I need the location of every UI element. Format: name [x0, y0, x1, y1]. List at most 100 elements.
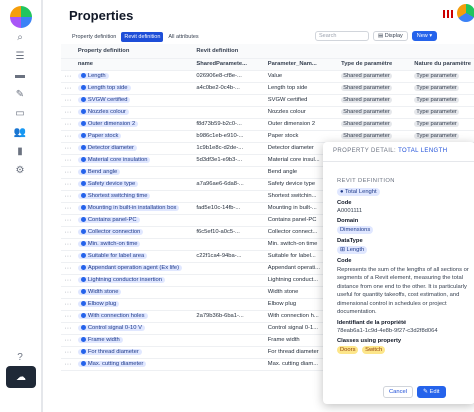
users-icon[interactable]: 👥: [13, 125, 27, 139]
property-name: Collector connection: [87, 229, 141, 236]
property-name-cell: SVGW certified: [74, 94, 194, 107]
row-menu-icon[interactable]: ···: [61, 130, 75, 143]
list-icon[interactable]: ☰: [13, 49, 27, 63]
cloud-upload-icon[interactable]: ☁: [6, 366, 36, 388]
table-row[interactable]: ··· Nozzles colour Nozzles colour Shared pa…: [61, 106, 474, 119]
property-icon: [80, 288, 86, 294]
column-header-shared-parameter[interactable]: SharedParamete...: [193, 58, 265, 71]
row-menu-icon[interactable]: ···: [61, 286, 75, 299]
property-name: Nozzles colour: [87, 109, 126, 116]
search-icon[interactable]: ⌕: [13, 30, 27, 44]
row-menu-icon[interactable]: ···: [61, 190, 75, 203]
shared-parameter-cell: [193, 334, 265, 347]
property-detail-panel: PROPERTY DETAIL: TOTAL LENGTH REVIT DEFI…: [323, 142, 474, 404]
property-name-cell: For thread diameter: [74, 346, 194, 359]
row-menu-icon[interactable]: ···: [61, 310, 75, 323]
row-menu-icon[interactable]: ···: [61, 238, 75, 251]
shared-parameter-cell: 026906e8-cf8e-...: [193, 70, 265, 83]
shared-parameter-cell: [193, 94, 265, 107]
property-name-cell: Detector diameter: [74, 142, 194, 155]
row-menu-icon[interactable]: ···: [61, 178, 75, 191]
table-row[interactable]: ··· Length 026906e8-cf8e-... Value Shared pa…: [61, 70, 474, 83]
row-menu-icon[interactable]: ···: [61, 166, 75, 179]
avatar[interactable]: [457, 4, 474, 22]
property-icon: [80, 360, 86, 366]
row-menu-icon[interactable]: ···: [61, 118, 75, 131]
row-menu-icon[interactable]: ···: [61, 214, 75, 227]
table-row[interactable]: ··· Paper stock b986c1eb-e910-... Paper sto…: [61, 130, 474, 143]
parameter-type-cell: Shared parameter: [338, 118, 412, 131]
row-menu-icon[interactable]: ···: [61, 70, 75, 83]
tab-property-definition[interactable]: Property definition: [69, 32, 119, 42]
row-menu-icon[interactable]: ···: [61, 322, 75, 335]
column-header-parameter-name[interactable]: Parameter_Nam...: [264, 58, 339, 71]
table-row[interactable]: ··· Length top side a4c0be2-0c4b-... Length…: [61, 82, 474, 95]
parameter-nature-badge: Type parameter: [414, 73, 459, 79]
class-chip-switch[interactable]: Switch: [362, 346, 386, 355]
table-row[interactable]: ··· SVGW certified SVGW certified Shared pa…: [61, 94, 474, 107]
row-menu-icon[interactable]: ···: [61, 154, 75, 167]
parameter-name-cell: Nozzles colour: [264, 106, 339, 119]
shared-parameter-cell: [193, 298, 265, 311]
display-button[interactable]: ▤ Display: [373, 31, 408, 41]
row-menu-icon[interactable]: ···: [61, 274, 75, 287]
property-icon: [80, 120, 86, 126]
help-icon[interactable]: ?: [13, 350, 27, 364]
row-menu-icon[interactable]: ···: [61, 226, 75, 239]
row-menu-icon[interactable]: ···: [61, 202, 75, 215]
property-icon: [80, 144, 86, 150]
tab-revit-definition[interactable]: Revit definition: [121, 32, 164, 42]
column-header-type[interactable]: Type de paramètre: [338, 58, 412, 71]
table-row[interactable]: ··· Outer dimension 2 f8d73b59-b2c0-... Out…: [61, 118, 474, 131]
gear-icon[interactable]: ⚙: [13, 163, 27, 177]
row-menu-icon[interactable]: ···: [61, 94, 75, 107]
shared-parameter-cell: f6c5ef10-a0c5-...: [193, 226, 265, 239]
property-icon: [80, 72, 86, 78]
group-header-revit-definition: Revit definition: [193, 44, 474, 59]
parameter-nature-badge: Type parameter: [414, 97, 459, 103]
column-header-name[interactable]: name: [74, 58, 194, 71]
shared-parameter-cell: [193, 346, 265, 359]
row-menu-icon[interactable]: ···: [61, 334, 75, 347]
property-icon: [80, 312, 86, 318]
class-chip-doors[interactable]: Doors: [337, 346, 359, 355]
property-icon: [80, 252, 86, 258]
property-name: Suitable for label area: [87, 253, 145, 260]
property-icon: [80, 96, 86, 102]
pencil-icon[interactable]: ✎: [13, 87, 27, 101]
row-menu-icon[interactable]: ···: [61, 262, 75, 275]
panel-header-prefix: PROPERTY DETAIL:: [333, 148, 397, 154]
language-flag-icon[interactable]: [443, 10, 455, 18]
column-header-nature[interactable]: Nature du paramètre: [411, 58, 474, 71]
shared-parameter-cell: [193, 190, 265, 203]
row-menu-icon[interactable]: ···: [61, 250, 75, 263]
row-menu-icon[interactable]: ···: [61, 106, 75, 119]
parameter-name-cell: Paper stock: [264, 130, 339, 143]
row-menu-icon[interactable]: ···: [61, 346, 75, 359]
property-icon: [80, 192, 86, 198]
row-menu-icon[interactable]: ···: [61, 298, 75, 311]
property-name: Frame width: [87, 337, 120, 344]
row-menu-icon[interactable]: ···: [61, 142, 75, 155]
property-icon: [80, 240, 86, 246]
cancel-button[interactable]: Cancel: [383, 386, 414, 398]
datatype-chip: ⊞ Length: [337, 246, 368, 254]
parameter-type-badge: Shared parameter: [341, 133, 392, 139]
toolbar: Search ▤ Display New ▾: [315, 31, 438, 41]
property-name-pill: Min. switch-on time: [77, 240, 141, 248]
property-name-cell: Frame width: [74, 334, 194, 347]
property-name-cell: Min. switch-on time: [74, 238, 194, 251]
search-input[interactable]: Search: [315, 31, 369, 41]
row-menu-icon[interactable]: ···: [61, 358, 75, 371]
property-name-pill: Contains panel-PC: [77, 216, 140, 224]
edit-button[interactable]: ✎ Edit: [417, 386, 446, 398]
row-menu-icon[interactable]: ···: [61, 82, 75, 95]
property-name-pill: Elbow plug: [77, 300, 120, 308]
app-logo: [10, 6, 32, 28]
book-icon[interactable]: ▮: [13, 144, 27, 158]
folder-icon[interactable]: ▬: [13, 68, 27, 82]
chat-icon[interactable]: ▭: [13, 106, 27, 120]
new-button[interactable]: New ▾: [411, 31, 438, 41]
tab-all-attributes[interactable]: All attributes: [165, 32, 201, 42]
property-name-pill: Nozzles colour: [77, 108, 129, 116]
